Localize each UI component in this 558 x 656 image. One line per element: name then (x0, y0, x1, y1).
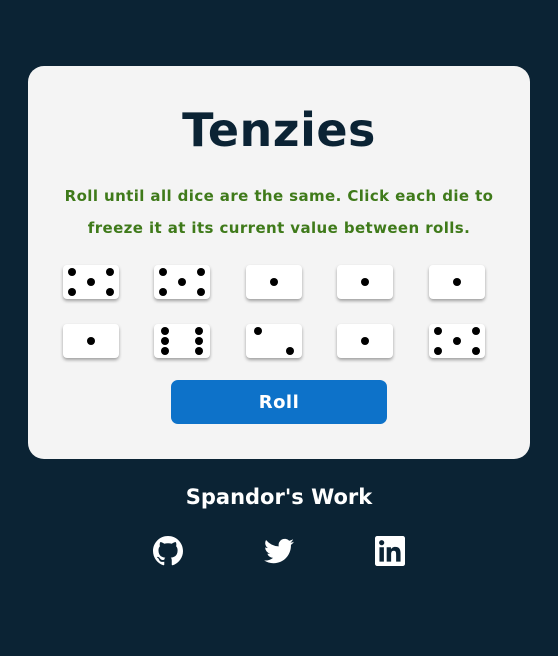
die-2[interactable] (154, 265, 210, 299)
die-3[interactable] (246, 265, 302, 299)
die-pip (472, 346, 481, 355)
die-6[interactable] (63, 324, 119, 358)
die-pip (87, 278, 95, 286)
die-pip (87, 337, 95, 345)
die-pip (158, 287, 167, 296)
die-7[interactable] (154, 324, 210, 358)
die-1[interactable] (63, 265, 119, 299)
die-pip (433, 346, 442, 355)
die-pip (161, 326, 170, 335)
die-pip (67, 287, 76, 296)
die-pip (433, 327, 442, 336)
die-pip (472, 327, 481, 336)
die-pip (361, 278, 369, 286)
die-pip (453, 337, 461, 345)
roll-button[interactable]: Roll (171, 380, 387, 424)
linkedin-link[interactable] (375, 536, 405, 566)
github-link[interactable] (153, 536, 183, 566)
github-icon (153, 536, 183, 566)
die-pip (285, 346, 294, 355)
die-pip (161, 337, 170, 345)
linkedin-icon (375, 536, 405, 566)
die-pip (106, 268, 115, 277)
die-pip (106, 287, 115, 296)
die-pip (197, 287, 206, 296)
die-pip (254, 327, 263, 336)
die-5[interactable] (429, 265, 485, 299)
twitter-icon (264, 538, 294, 564)
game-title: Tenzies (182, 103, 376, 157)
die-9[interactable] (337, 324, 393, 358)
die-pip (194, 347, 203, 356)
die-pip (194, 337, 203, 345)
die-4[interactable] (337, 265, 393, 299)
footer-title: Spandor's Work (185, 485, 373, 509)
die-pip (361, 337, 369, 345)
die-pip (270, 278, 278, 286)
die-pip (453, 278, 461, 286)
die-pip (194, 326, 203, 335)
die-pip (67, 268, 76, 277)
twitter-link[interactable] (264, 536, 294, 566)
die-10[interactable] (429, 324, 485, 358)
game-instructions: Roll until all dice are the same. Click … (64, 187, 494, 237)
die-pip (197, 268, 206, 277)
die-pip (161, 347, 170, 356)
die-pip (178, 278, 186, 286)
die-8[interactable] (246, 324, 302, 358)
die-pip (158, 268, 167, 277)
